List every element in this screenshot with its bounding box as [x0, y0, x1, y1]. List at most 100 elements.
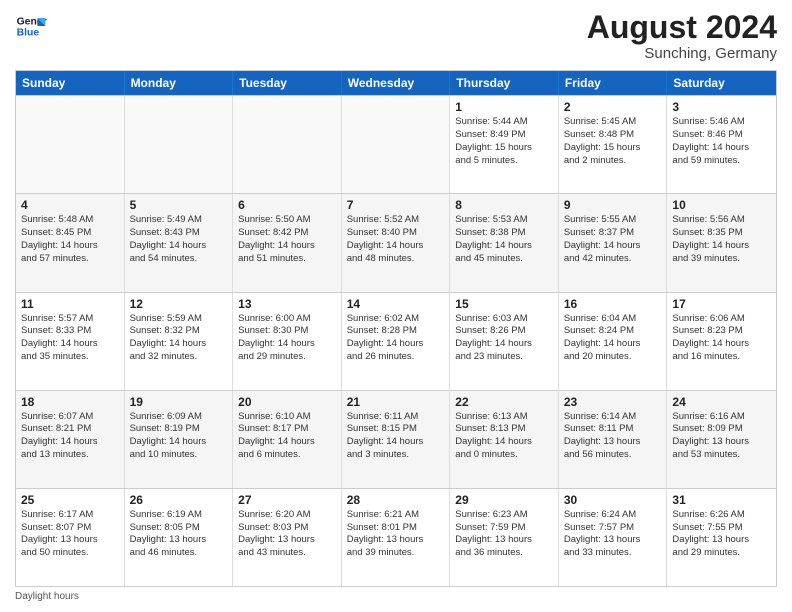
day-number: 6 [238, 198, 336, 212]
day-info: Sunrise: 6:20 AM Sunset: 8:03 PM Dayligh… [238, 509, 336, 560]
day-info: Sunrise: 5:55 AM Sunset: 8:37 PM Dayligh… [564, 214, 662, 265]
day-number: 1 [455, 100, 553, 114]
day-info: Sunrise: 6:23 AM Sunset: 7:59 PM Dayligh… [455, 509, 553, 560]
calendar-cell: 28 Sunrise: 6:21 AM Sunset: 8:01 PM Dayli… [342, 489, 451, 586]
logo-icon: General Blue [15, 10, 47, 42]
calendar-week-row: 25 Sunrise: 6:17 AM Sunset: 8:07 PM Dayli… [16, 488, 776, 586]
logo: General Blue [15, 10, 47, 42]
day-number: 25 [21, 493, 119, 507]
calendar-cell: 6 Sunrise: 5:50 AM Sunset: 8:42 PM Daylig… [233, 194, 342, 291]
day-info: Sunrise: 6:17 AM Sunset: 8:07 PM Dayligh… [21, 509, 119, 560]
day-number: 20 [238, 395, 336, 409]
day-info: Sunrise: 6:24 AM Sunset: 7:57 PM Dayligh… [564, 509, 662, 560]
calendar-cell: 11 Sunrise: 5:57 AM Sunset: 8:33 PM Dayli… [16, 293, 125, 390]
day-info: Sunrise: 6:00 AM Sunset: 8:30 PM Dayligh… [238, 313, 336, 364]
day-number: 24 [672, 395, 771, 409]
day-number: 28 [347, 493, 445, 507]
calendar-cell: 14Sunrise: 6:02 AM Sunset: 8:28 PM Dayli… [342, 293, 451, 390]
day-number: 18 [21, 395, 119, 409]
day-number: 10 [672, 198, 771, 212]
day-info: Sunrise: 6:04 AM Sunset: 8:24 PM Dayligh… [564, 313, 662, 364]
calendar-week-row: 4 Sunrise: 5:48 AM Sunset: 8:45 PM Daylig… [16, 193, 776, 291]
calendar-cell: 21 Sunrise: 6:11 AM Sunset: 8:15 PM Dayli… [342, 391, 451, 488]
day-number: 2 [564, 100, 662, 114]
day-info: Sunrise: 6:21 AM Sunset: 8:01 PM Dayligh… [347, 509, 445, 560]
calendar-cell: 23 Sunrise: 6:14 AM Sunset: 8:11 PM Dayli… [559, 391, 668, 488]
day-info: Sunrise: 6:26 AM Sunset: 7:55 PM Dayligh… [672, 509, 771, 560]
day-info: Sunrise: 5:52 AM Sunset: 8:40 PM Dayligh… [347, 214, 445, 265]
calendar-cell: 18 Sunrise: 6:07 AM Sunset: 8:21 PM Dayli… [16, 391, 125, 488]
calendar-cell: 4 Sunrise: 5:48 AM Sunset: 8:45 PM Daylig… [16, 194, 125, 291]
day-number: 27 [238, 493, 336, 507]
day-info: Sunrise: 6:19 AM Sunset: 8:05 PM Dayligh… [130, 509, 228, 560]
calendar-cell: 2 Sunrise: 5:45 AM Sunset: 8:48 PM Daylig… [559, 96, 668, 193]
day-info: Sunrise: 5:46 AM Sunset: 8:46 PM Dayligh… [672, 116, 771, 167]
day-number: 19 [130, 395, 228, 409]
calendar-week-row: 11 Sunrise: 5:57 AM Sunset: 8:33 PM Dayli… [16, 292, 776, 390]
day-info: Sunrise: 5:57 AM Sunset: 8:33 PM Dayligh… [21, 313, 119, 364]
calendar-cell: 3 Sunrise: 5:46 AM Sunset: 8:46 PM Daylig… [667, 96, 776, 193]
day-number: 15 [455, 297, 553, 311]
calendar: SundayMondayTuesdayWednesdayThursdayFrid… [15, 70, 777, 587]
calendar-cell: 16 Sunrise: 6:04 AM Sunset: 8:24 PM Dayli… [559, 293, 668, 390]
day-number: 26 [130, 493, 228, 507]
footer-note: Daylight hours [15, 591, 777, 602]
day-number: 12 [130, 297, 228, 311]
day-info: Sunrise: 5:53 AM Sunset: 8:38 PM Dayligh… [455, 214, 553, 265]
day-number: 4 [21, 198, 119, 212]
day-info: Sunrise: 6:07 AM Sunset: 8:21 PM Dayligh… [21, 411, 119, 462]
day-number: 21 [347, 395, 445, 409]
calendar-header-cell: Thursday [450, 71, 559, 95]
calendar-cell: 31 Sunrise: 6:26 AM Sunset: 7:55 PM Dayli… [667, 489, 776, 586]
day-info: Sunrise: 6:13 AM Sunset: 8:13 PM Dayligh… [455, 411, 553, 462]
day-number: 22 [455, 395, 553, 409]
day-number: 7 [347, 198, 445, 212]
calendar-cell: 27 Sunrise: 6:20 AM Sunset: 8:03 PM Dayli… [233, 489, 342, 586]
svg-text:Blue: Blue [17, 28, 40, 39]
title-area: August 2024 Sunching, Germany [587, 10, 777, 62]
header: General Blue August 2024 Sunching, Germa… [15, 10, 777, 62]
calendar-header-cell: Tuesday [233, 71, 342, 95]
calendar-cell: 13 Sunrise: 6:00 AM Sunset: 8:30 PM Dayli… [233, 293, 342, 390]
calendar-cell: 12 Sunrise: 5:59 AM Sunset: 8:32 PM Dayli… [125, 293, 234, 390]
calendar-cell [125, 96, 234, 193]
calendar-header-row: SundayMondayTuesdayWednesdayThursdayFrid… [16, 71, 776, 95]
day-number: 13 [238, 297, 336, 311]
day-number: 5 [130, 198, 228, 212]
day-info: Sunrise: 5:45 AM Sunset: 8:48 PM Dayligh… [564, 116, 662, 167]
day-info: Sunrise: 5:48 AM Sunset: 8:45 PM Dayligh… [21, 214, 119, 265]
day-info: Sunrise: 6:03 AM Sunset: 8:26 PM Dayligh… [455, 313, 553, 364]
day-info: Sunrise: 5:49 AM Sunset: 8:43 PM Dayligh… [130, 214, 228, 265]
day-number: 9 [564, 198, 662, 212]
calendar-cell: 10Sunrise: 5:56 AM Sunset: 8:35 PM Dayli… [667, 194, 776, 291]
day-number: 17 [672, 297, 771, 311]
day-number: 30 [564, 493, 662, 507]
calendar-week-row: 18 Sunrise: 6:07 AM Sunset: 8:21 PM Dayli… [16, 390, 776, 488]
location: Sunching, Germany [587, 45, 777, 62]
calendar-cell: 17 Sunrise: 6:06 AM Sunset: 8:23 PM Dayli… [667, 293, 776, 390]
month-year: August 2024 [587, 10, 777, 45]
calendar-cell: 7 Sunrise: 5:52 AM Sunset: 8:40 PM Daylig… [342, 194, 451, 291]
calendar-cell: 20Sunrise: 6:10 AM Sunset: 8:17 PM Dayli… [233, 391, 342, 488]
calendar-header-cell: Monday [125, 71, 234, 95]
day-number: 8 [455, 198, 553, 212]
day-info: Sunrise: 6:11 AM Sunset: 8:15 PM Dayligh… [347, 411, 445, 462]
calendar-cell: 22 Sunrise: 6:13 AM Sunset: 8:13 PM Dayli… [450, 391, 559, 488]
day-number: 11 [21, 297, 119, 311]
calendar-header-cell: Sunday [16, 71, 125, 95]
calendar-cell: 15 Sunrise: 6:03 AM Sunset: 8:26 PM Dayli… [450, 293, 559, 390]
calendar-cell: 9 Sunrise: 5:55 AM Sunset: 8:37 PM Daylig… [559, 194, 668, 291]
day-number: 3 [672, 100, 771, 114]
calendar-cell: 26 Sunrise: 6:19 AM Sunset: 8:05 PM Dayli… [125, 489, 234, 586]
calendar-cell: 1Sunrise: 5:44 AM Sunset: 8:49 PM Daylig… [450, 96, 559, 193]
calendar-cell: 5 Sunrise: 5:49 AM Sunset: 8:43 PM Daylig… [125, 194, 234, 291]
day-info: Sunrise: 6:06 AM Sunset: 8:23 PM Dayligh… [672, 313, 771, 364]
day-number: 31 [672, 493, 771, 507]
calendar-cell: 30 Sunrise: 6:24 AM Sunset: 7:57 PM Dayli… [559, 489, 668, 586]
day-info: Sunrise: 5:59 AM Sunset: 8:32 PM Dayligh… [130, 313, 228, 364]
day-info: Sunrise: 5:50 AM Sunset: 8:42 PM Dayligh… [238, 214, 336, 265]
day-number: 16 [564, 297, 662, 311]
day-number: 23 [564, 395, 662, 409]
day-info: Sunrise: 6:14 AM Sunset: 8:11 PM Dayligh… [564, 411, 662, 462]
day-info: Sunrise: 6:16 AM Sunset: 8:09 PM Dayligh… [672, 411, 771, 462]
